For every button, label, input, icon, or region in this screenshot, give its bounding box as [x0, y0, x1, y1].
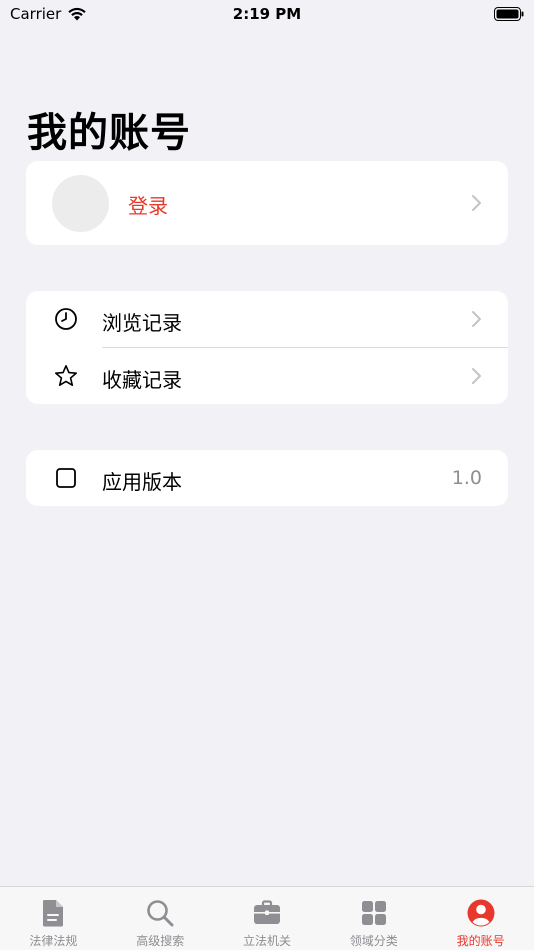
tab-label: 领域分类 — [349, 934, 398, 948]
person-icon — [467, 899, 495, 927]
search-icon — [147, 900, 174, 927]
briefcase-icon — [253, 900, 280, 924]
status-bar: Carrier 2:19 PM — [0, 0, 534, 30]
chevron-right-icon — [472, 195, 481, 211]
tab-label: 立法机关 — [242, 934, 291, 948]
chevron-right-icon — [472, 311, 481, 327]
browse-history-label: 浏览记录 — [102, 311, 182, 335]
tab-label: 法律法规 — [29, 934, 78, 948]
favorites-row[interactable]: 收藏记录 — [26, 348, 508, 404]
app-version-card: 应用版本 1.0 — [26, 450, 508, 506]
favorites-label: 收藏记录 — [102, 368, 182, 392]
tab-label: 高级搜索 — [136, 934, 185, 948]
history-list-card: 浏览记录 收藏记录 — [26, 291, 508, 404]
star-icon — [55, 365, 77, 386]
app-version-row: 应用版本 1.0 — [26, 450, 508, 506]
square-icon — [56, 468, 76, 488]
tab-bar: 法律法规 高级搜索 立法机关 领域分类 我的账号 — [0, 886, 534, 950]
app-version-label: 应用版本 — [102, 470, 182, 494]
clock-icon — [55, 308, 77, 330]
browse-history-row[interactable]: 浏览记录 — [26, 291, 508, 348]
status-time: 2:19 PM — [232, 5, 302, 23]
battery-icon — [494, 7, 524, 21]
app-version-value: 1.0 — [451, 467, 482, 489]
tab-laws[interactable]: 法律法规 — [0, 887, 107, 950]
tab-categories[interactable]: 领域分类 — [320, 887, 427, 950]
document-icon — [43, 900, 64, 927]
tab-my-account[interactable]: 我的账号 — [427, 887, 534, 950]
tab-legislature[interactable]: 立法机关 — [214, 887, 321, 950]
tab-advanced-search[interactable]: 高级搜索 — [107, 887, 214, 950]
login-label: 登录 — [128, 194, 168, 218]
page-title: 我的账号 — [27, 110, 191, 156]
grid-icon — [361, 901, 386, 925]
tab-label: 我的账号 — [456, 934, 505, 948]
login-card[interactable]: 登录 — [26, 161, 508, 245]
avatar — [52, 175, 109, 232]
chevron-right-icon — [472, 368, 481, 384]
